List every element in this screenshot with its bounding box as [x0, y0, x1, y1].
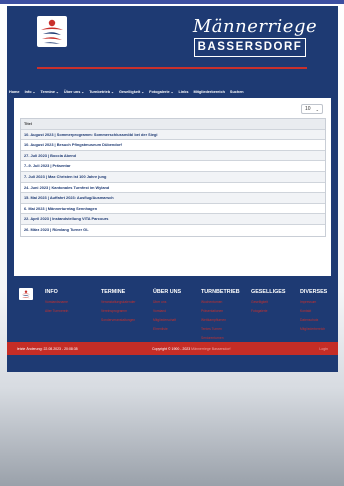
content-panel: 10 ⌄ Titel 10. August 2023 | Sommerprogr… — [14, 98, 331, 276]
site-title-script: Männerriege — [192, 16, 318, 37]
table-row[interactable]: 10. August 2023 | Besuch Pfingstmuseum D… — [21, 140, 325, 151]
footer-column-diverses: DIVERSES Impressum Kontakt Datenschutz Mitgl… — [300, 289, 327, 336]
footer-link[interactable]: Ehrenliste — [153, 327, 181, 331]
events-table: Titel 10. August 2023 | Sommerprogramm: … — [20, 118, 326, 237]
site-container: Männerriege BASSERSDORF Home Info Termine Ü… — [7, 6, 338, 372]
nav-item-info[interactable]: Info — [25, 90, 36, 94]
footer-link[interactable]: Alter Turnverein — [45, 309, 68, 313]
footer-link[interactable]: Präsentationen — [201, 309, 240, 313]
footer-link[interactable]: Fotogalerie — [251, 309, 285, 313]
table-row[interactable]: 24. Juni 2023 | Kantonales Turnfest im W… — [21, 183, 325, 194]
footer-column-title: TURNBETRIEB — [201, 289, 240, 295]
footer-column-über-uns: ÜBER UNS Über uns Vorstand Mitgliederschaft… — [153, 289, 181, 336]
footer-link[interactable]: Vorstand — [153, 309, 181, 313]
footer-column-geselliges: GESELLIGES Geselligkeit Fotogalerie — [251, 289, 285, 318]
footer-column-termine: TERMINE Veranstaltungskalender Vereinsprog… — [101, 289, 135, 327]
footer-link[interactable]: Veranstaltungskalender — [101, 300, 135, 304]
club-logo[interactable] — [37, 16, 67, 47]
footer-column-info: INFO Vorstandsname Alter Turnverein — [45, 289, 68, 318]
table-row[interactable]: 10. August 2023 | Sommerprogramm: Sommer… — [21, 129, 325, 141]
footer-link[interactable]: Kontakt — [300, 309, 327, 313]
footer-column-title: TERMINE — [101, 289, 126, 295]
gymnast-logo-icon — [41, 19, 63, 44]
table-row[interactable]: 7.-9. Juli 2023 | Präsentar — [21, 161, 325, 172]
table-row[interactable]: 15. Mai 2023 | Auffahrt 2023: Ausflug/Au… — [21, 193, 325, 204]
nav-item-termine[interactable]: Termine — [40, 90, 58, 94]
table-header: Titel — [21, 119, 325, 130]
footer-link[interactable]: Tentes Turnen — [201, 327, 240, 331]
gymnast-logo-icon — [21, 290, 31, 299]
footer-link[interactable]: Geselligkeit — [251, 300, 285, 304]
footer-link[interactable]: Datenschutz — [300, 318, 327, 322]
footer-column-title: INFO — [45, 289, 58, 295]
table-row[interactable]: 27. Juli 2023 | Boccia Abend — [21, 150, 325, 162]
footer-link[interactable]: Mitgliederschaft — [153, 318, 181, 322]
nav-item-mitgliederbereich[interactable]: Mitgliederbereich — [193, 90, 224, 94]
footer-link[interactable]: Impressum — [300, 300, 327, 304]
footer-column-title: ÜBER UNS — [153, 289, 182, 295]
table-row[interactable]: 26. März 2023 | Rümlang Turner GL — [21, 225, 325, 236]
footer-link[interactable]: Wochenturnen — [201, 300, 240, 304]
nav-item-home[interactable]: Home — [9, 90, 20, 94]
footer-link[interactable]: Wettkampfturnen — [201, 318, 240, 322]
nav-item-suchen[interactable]: Suchen — [230, 90, 244, 94]
header-divider — [37, 67, 307, 69]
footer-link[interactable]: Vorstandsname — [45, 300, 68, 304]
chevron-down-icon: ⌄ — [315, 106, 319, 112]
footer-column-title: GESELLIGES — [251, 289, 286, 295]
copyright-main: Copyright © 1900 - 2023 — [152, 346, 191, 351]
nav-item-links[interactable]: Links — [179, 90, 189, 94]
main-navigation: Home Info Termine Über uns Turnbetrieb Gesell… — [9, 86, 337, 98]
table-row[interactable]: 22. April 2023 | Instandstellung VITA Pa… — [21, 214, 325, 225]
footer-column-title: DIVERSES — [300, 289, 328, 295]
footer-link[interactable]: Vereinsprogramm — [101, 309, 135, 313]
nav-item-über-uns[interactable]: Über uns — [64, 90, 84, 94]
footer-link[interactable]: Sonderveranstaltungen — [101, 318, 135, 322]
login-link[interactable]: Login — [319, 347, 328, 351]
footer-link[interactable]: Seniorenturnen — [201, 336, 240, 340]
footer: INFO Vorstandsname Alter Turnverein TERMINE… — [7, 288, 338, 349]
copyright-text: Copyright © 1900 - 2023 Männerriege Bass… — [152, 347, 230, 351]
last-change-text: letzte Änderung: 22.08.2023 - 20:08:35 — [17, 346, 78, 351]
table-row[interactable]: 6. Mai 2023 | Männerturntag Sennhagen — [21, 204, 325, 215]
footer-link[interactable]: Über uns — [153, 300, 181, 304]
copyright-link[interactable]: Männerriege Bassersdorf — [191, 347, 230, 351]
browser-top-bar — [0, 0, 344, 4]
table-row[interactable]: 7. Juli 2023 | Max Christen ist 100 Jahr… — [21, 171, 325, 183]
site-title-box: BASSERSDORF — [194, 38, 306, 57]
page-size-select[interactable]: 10 ⌄ — [301, 104, 323, 114]
nav-item-turnbetrieb[interactable]: Turnbetrieb — [89, 90, 114, 94]
nav-item-fotogalerie[interactable]: Fotogalerie — [149, 90, 173, 94]
page-size-value: 10 — [305, 106, 311, 112]
footer-bottom-bar: letzte Änderung: 22.08.2023 - 20:08:35 C… — [7, 342, 338, 355]
footer-link[interactable]: Mitgliederbereich — [300, 327, 327, 331]
footer-logo[interactable] — [19, 288, 33, 300]
nav-item-geselligkeit[interactable]: Geselligkeit — [119, 90, 144, 94]
